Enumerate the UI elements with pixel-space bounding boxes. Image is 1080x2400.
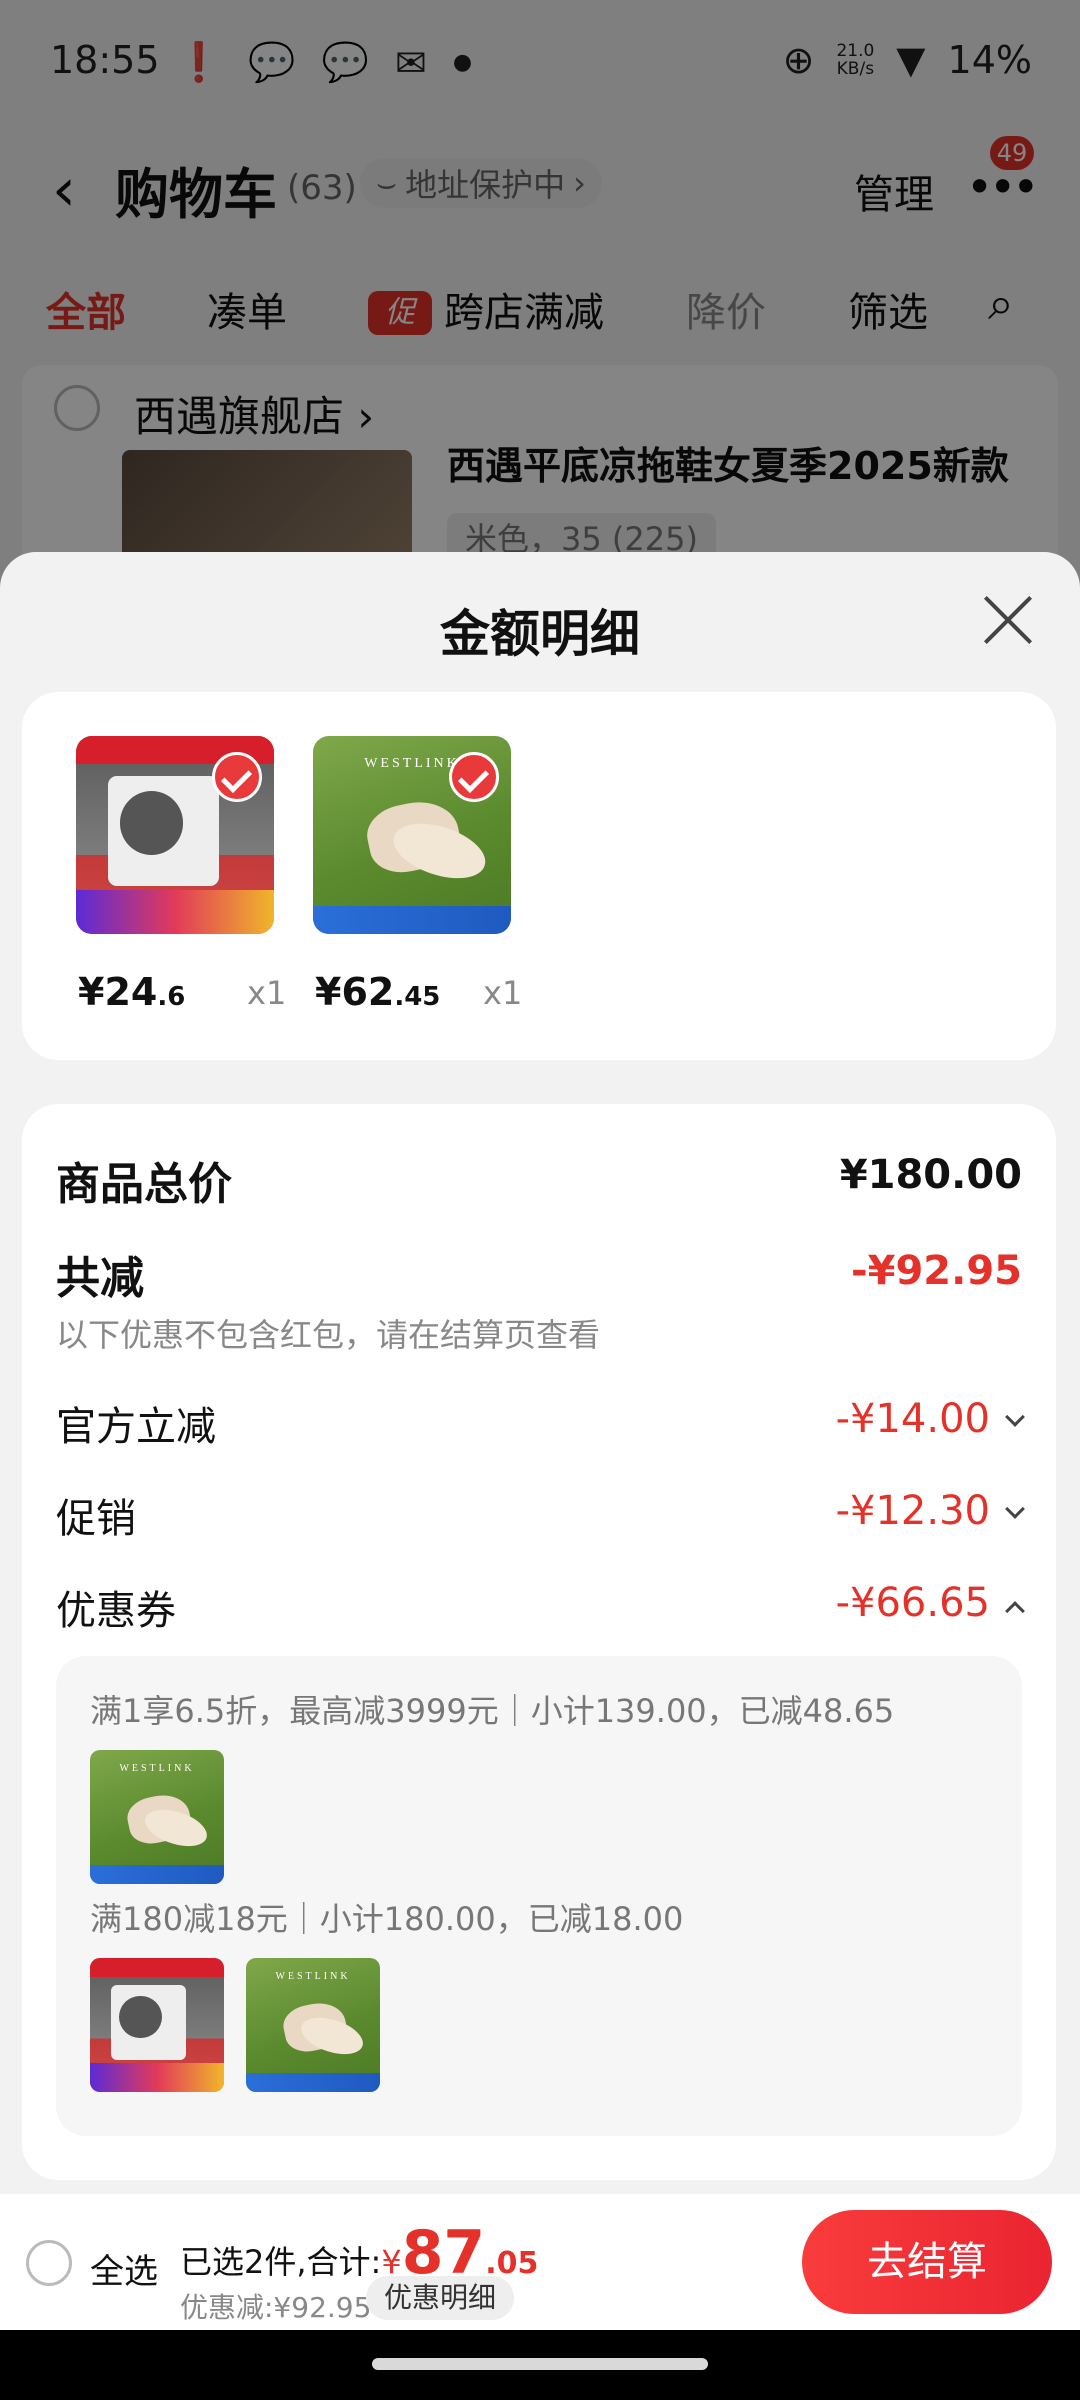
discount-summary: 优惠减:¥92.95 [180,2291,372,2324]
select-all-label[interactable]: 全选 [90,2244,158,2293]
product-price-2: ¥62.45 [315,970,441,1014]
coupon-label: 优惠券 [56,1588,176,1634]
coupon-product-sandal-2[interactable]: WESTLINK [246,1958,380,2092]
coupon-row[interactable]: -¥66.65 [836,1580,1025,1626]
selected-products-card: WESTLINK ¥24.6 x1 ¥62.45 x1 [22,692,1056,1060]
official-discount-label: 官方立减 [56,1404,216,1450]
coupon-rule-1: 满1享6.5折，最高减3999元｜小计139.00，已减48.65 [90,1692,895,1730]
chevron-up-icon [1005,1601,1025,1621]
checkout-bar: 全选 已选2件,合计:¥87.05 优惠减:¥92.95 优惠明细 去结算 [0,2194,1080,2330]
product-qty-1: x1 [247,974,287,1012]
reduce-value: -¥92.95 [851,1248,1022,1294]
product-qty-2: x1 [483,974,523,1012]
discount-note: 以下优惠不包含红包，请在结算页查看 [56,1316,601,1354]
coupon-detail-box: 满1享6.5折，最高减3999元｜小计139.00，已减48.65 WESTLI… [56,1656,1022,2136]
checked-icon [449,752,499,802]
checked-icon [212,752,262,802]
chevron-down-icon [1005,1407,1025,1427]
select-all-radio[interactable] [26,2240,72,2286]
promotion-row[interactable]: -¥12.30 [836,1488,1025,1534]
chevron-down-icon [1005,1499,1025,1519]
selected-count-text: 已选2件,合计: [180,2243,382,2281]
amount-detail-sheet: 金额明细 WESTLINK ¥24.6 x1 ¥62.45 x1 商品总价 ¥1… [0,552,1080,2400]
coupon-product-sandal[interactable]: WESTLINK [90,1750,224,1884]
close-icon[interactable] [982,594,1034,646]
home-indicator[interactable] [372,2358,708,2370]
product-image-sandal[interactable]: WESTLINK [313,736,511,934]
promotion-label: 促销 [56,1496,136,1542]
totals-card: 商品总价 ¥180.00 共减 -¥92.95 以下优惠不包含红包，请在结算页查… [22,1104,1056,2180]
total-price-label: 商品总价 [56,1159,232,1210]
coupon-rule-2: 满180减18元｜小计180.00，已减18.00 [90,1900,684,1938]
sheet-title: 金额明细 [440,605,640,663]
system-nav-bar [0,2330,1080,2400]
checkout-button[interactable]: 去结算 [802,2210,1052,2314]
official-discount-row[interactable]: -¥14.00 [836,1396,1025,1442]
discount-detail-button[interactable]: 优惠明细 [366,2276,515,2320]
product-image-socket[interactable] [76,736,274,934]
total-price-value: ¥180.00 [839,1152,1022,1198]
reduce-label: 共减 [56,1253,144,1304]
coupon-product-socket[interactable] [90,1958,224,2092]
product-price-1: ¥24.6 [78,970,186,1014]
